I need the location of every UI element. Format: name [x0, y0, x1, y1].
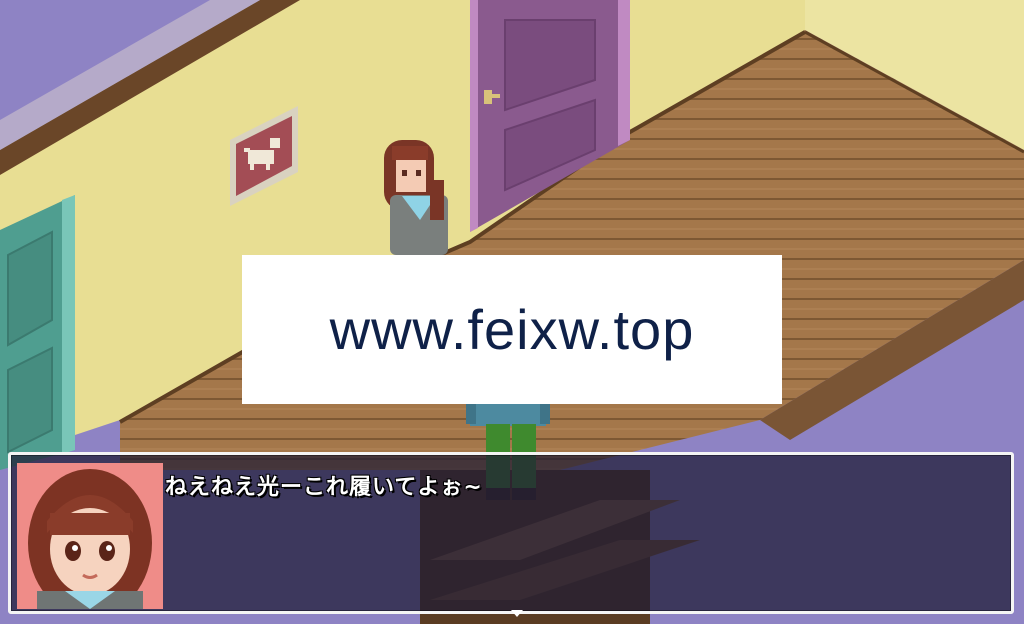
girl-face-icon: [17, 463, 163, 609]
teal-door[interactable]: [0, 195, 75, 470]
continue-arrow-icon[interactable]: [511, 610, 523, 617]
message-window[interactable]: ねえねえ光ーこれ履いてよぉ~: [8, 452, 1014, 617]
game-scene: www.feixw.top ねえねえ光ーこれ履いてよぉ~: [0, 0, 1024, 624]
dialogue-text: ねえねえ光ーこれ履いてよぉ~: [165, 475, 483, 500]
speaker-portrait: [17, 463, 163, 609]
watermark-text: www.feixw.top: [329, 298, 695, 361]
watermark-banner: www.feixw.top: [242, 255, 782, 404]
